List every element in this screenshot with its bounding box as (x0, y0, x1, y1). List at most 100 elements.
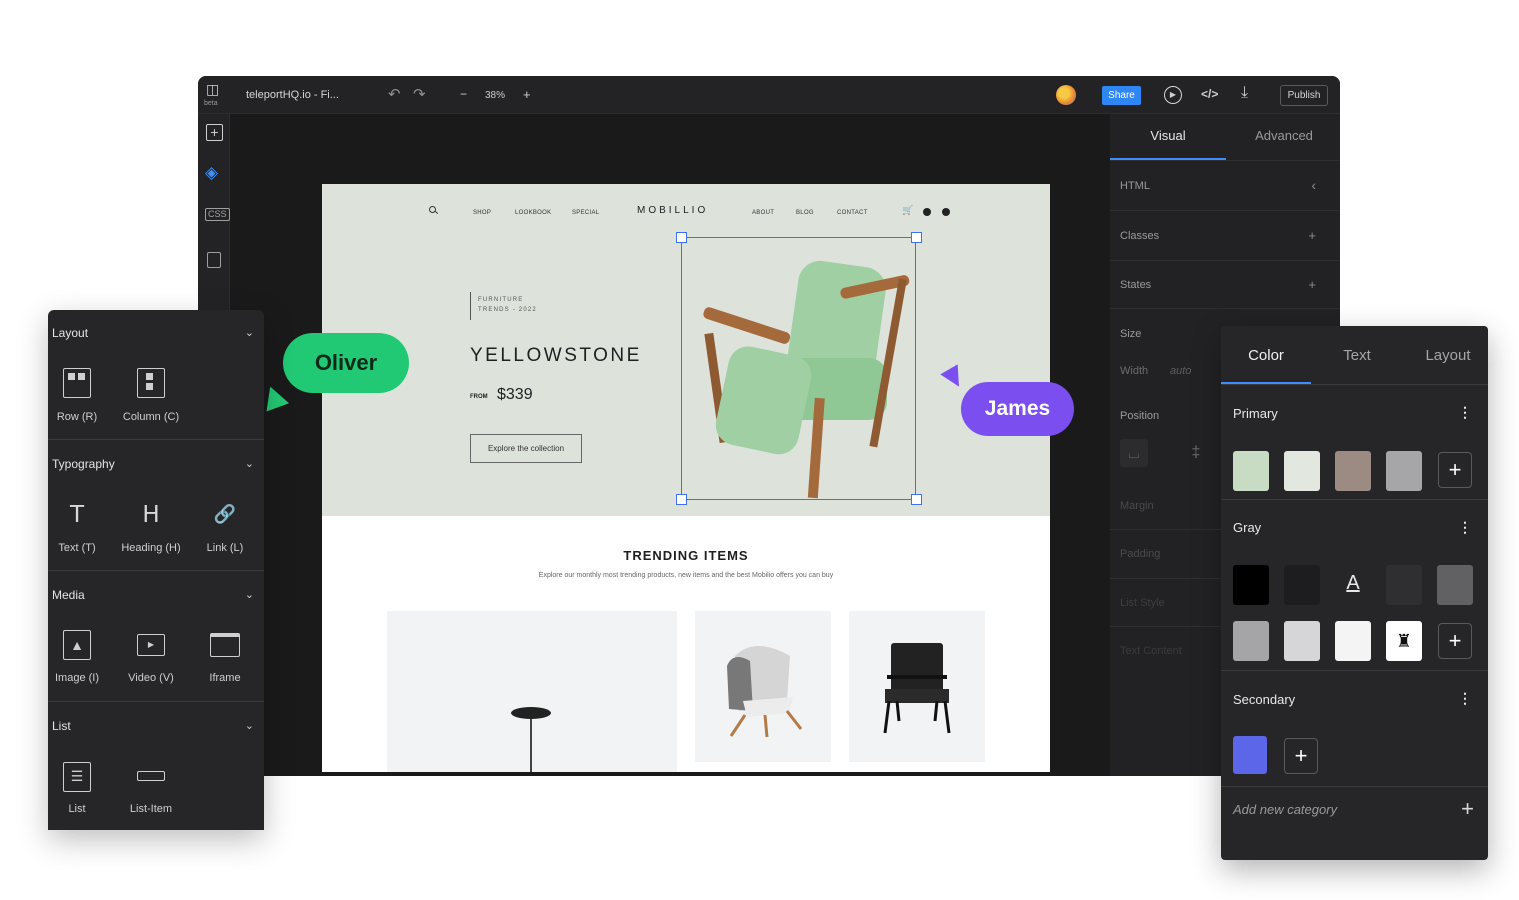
nav-special[interactable]: SPECIAL (572, 210, 599, 216)
nav-contact[interactable]: CONTACT (837, 210, 868, 216)
resize-handle-tr[interactable] (911, 232, 922, 243)
video-icon[interactable]: ▶ (137, 634, 165, 656)
section-title-list[interactable]: List (52, 719, 71, 733)
gray-swatch-6[interactable] (1233, 621, 1269, 661)
divider (1221, 499, 1488, 500)
trending-title: TRENDING ITEMS (623, 548, 749, 563)
css-icon[interactable]: CSS (205, 208, 230, 221)
teleport-logo-icon[interactable]: ◫ (206, 82, 219, 96)
divider (1221, 786, 1488, 787)
align-center-icon[interactable]: ‡ (1182, 439, 1210, 467)
chevron-down-icon[interactable]: ⌄ (245, 719, 254, 732)
gray-swatch-2[interactable] (1284, 565, 1320, 605)
cart-icon[interactable]: 🛒 (902, 205, 913, 216)
add-element-icon[interactable]: + (206, 124, 223, 141)
tab-layout[interactable]: Layout (1403, 347, 1493, 364)
resize-handle-bl[interactable] (676, 494, 687, 505)
primary-menu-icon[interactable]: ⋮ (1458, 404, 1472, 421)
product-card-lamp[interactable] (387, 611, 677, 772)
product-card-grey-chair[interactable] (695, 611, 831, 762)
user-avatar[interactable] (1056, 85, 1076, 105)
nav-lookbook[interactable]: LOOKBOOK (515, 210, 551, 216)
text-content-row-label: Text Content (1120, 645, 1182, 657)
hero-cta-button[interactable]: Explore the collection (470, 434, 582, 463)
add-primary-color-button[interactable]: + (1438, 452, 1472, 488)
nav-about[interactable]: ABOUT (752, 210, 774, 216)
gray-swatch-7[interactable] (1284, 621, 1320, 661)
primary-swatch-3[interactable] (1335, 451, 1371, 491)
tab-visual[interactable]: Visual (1110, 128, 1226, 143)
download-icon[interactable]: ⤓ (1241, 85, 1248, 101)
add-gray-color-button[interactable]: + (1438, 623, 1472, 659)
classes-row-label[interactable]: Classes (1120, 230, 1159, 242)
primary-swatch-1[interactable] (1233, 451, 1269, 491)
heading-icon[interactable]: H (136, 502, 166, 528)
secondary-swatch-1[interactable] (1233, 736, 1267, 774)
chevron-left-icon[interactable]: ‹ (1311, 177, 1316, 193)
html-row-label[interactable]: HTML (1120, 180, 1150, 192)
gray-swatch-5[interactable] (1437, 565, 1473, 605)
gray-swatch-4[interactable] (1386, 565, 1422, 605)
section-title-media[interactable]: Media (52, 588, 85, 602)
assets-icon[interactable] (207, 252, 221, 268)
section-title-layout[interactable]: Layout (52, 326, 88, 340)
iframe-icon[interactable] (210, 633, 240, 657)
brand-logo[interactable]: MOBILLIO (637, 205, 708, 216)
nav-blog[interactable]: BLOG (796, 210, 814, 216)
secondary-menu-icon[interactable]: ⋮ (1458, 690, 1472, 707)
redo-icon[interactable]: ↷ (413, 87, 426, 102)
tab-color[interactable]: Color (1221, 347, 1311, 364)
settings-icon[interactable] (923, 208, 931, 216)
chevron-down-icon[interactable]: ⌄ (245, 588, 254, 601)
beta-label: beta (204, 100, 218, 107)
image-label: Image (I) (54, 672, 99, 684)
play-preview-icon[interactable]: ▶ (1164, 86, 1182, 104)
add-class-icon[interactable]: + (1308, 228, 1316, 243)
primary-swatch-4[interactable] (1386, 451, 1422, 491)
resize-handle-br[interactable] (911, 494, 922, 505)
align-left-icon[interactable]: ⌴ (1120, 439, 1148, 467)
publish-button[interactable]: Publish (1280, 85, 1328, 106)
gray-title: Gray (1233, 520, 1262, 535)
selection-box[interactable] (681, 237, 916, 500)
gray-swatch-8[interactable] (1335, 621, 1371, 661)
section-title-typography[interactable]: Typography (52, 457, 115, 471)
link-icon[interactable]: 🔗 (210, 504, 240, 525)
text-color-swatch[interactable]: A (1335, 565, 1371, 605)
james-label: James (961, 382, 1074, 436)
states-row-label[interactable]: States (1120, 279, 1151, 291)
resize-handle-tl[interactable] (676, 232, 687, 243)
chevron-down-icon[interactable]: ⌄ (245, 326, 254, 339)
gray-swatch-1[interactable] (1233, 565, 1269, 605)
paint-bucket-icon[interactable]: ♜ (1386, 621, 1422, 661)
nav-shop[interactable]: SHOP (473, 210, 491, 216)
zoom-in-button[interactable]: + (523, 87, 531, 102)
chevron-down-icon[interactable]: ⌄ (245, 457, 254, 470)
hero-from: FROM (470, 394, 488, 400)
gray-menu-icon[interactable]: ⋮ (1458, 519, 1472, 536)
user-icon[interactable] (942, 208, 950, 216)
add-secondary-color-button[interactable]: + (1284, 738, 1318, 774)
share-button[interactable]: Share (1102, 86, 1141, 105)
add-state-icon[interactable]: + (1308, 277, 1316, 292)
add-category-label[interactable]: Add new category (1233, 802, 1337, 817)
zoom-level[interactable]: 38% (485, 90, 505, 101)
list-icon[interactable]: ☰ (63, 762, 91, 792)
add-category-button[interactable]: + (1461, 796, 1474, 822)
oliver-label: Oliver (283, 333, 409, 393)
layers-icon[interactable]: ◈ (205, 164, 218, 181)
code-icon[interactable]: </> (1201, 88, 1218, 100)
text-icon[interactable]: T (62, 502, 92, 528)
undo-icon[interactable]: ↶ (388, 87, 401, 102)
tab-text[interactable]: Text (1311, 347, 1403, 364)
zoom-out-button[interactable]: − (460, 87, 467, 101)
product-card-black-chair[interactable] (849, 611, 985, 762)
column-icon[interactable] (137, 368, 165, 398)
list-item-icon[interactable] (137, 771, 165, 781)
row-icon[interactable] (63, 368, 91, 398)
width-value[interactable]: auto (1170, 365, 1191, 377)
file-title[interactable]: teleportHQ.io - Fi... (246, 89, 339, 101)
image-icon[interactable]: ▲ (63, 630, 91, 660)
tab-advanced[interactable]: Advanced (1226, 128, 1340, 143)
primary-swatch-2[interactable] (1284, 451, 1320, 491)
